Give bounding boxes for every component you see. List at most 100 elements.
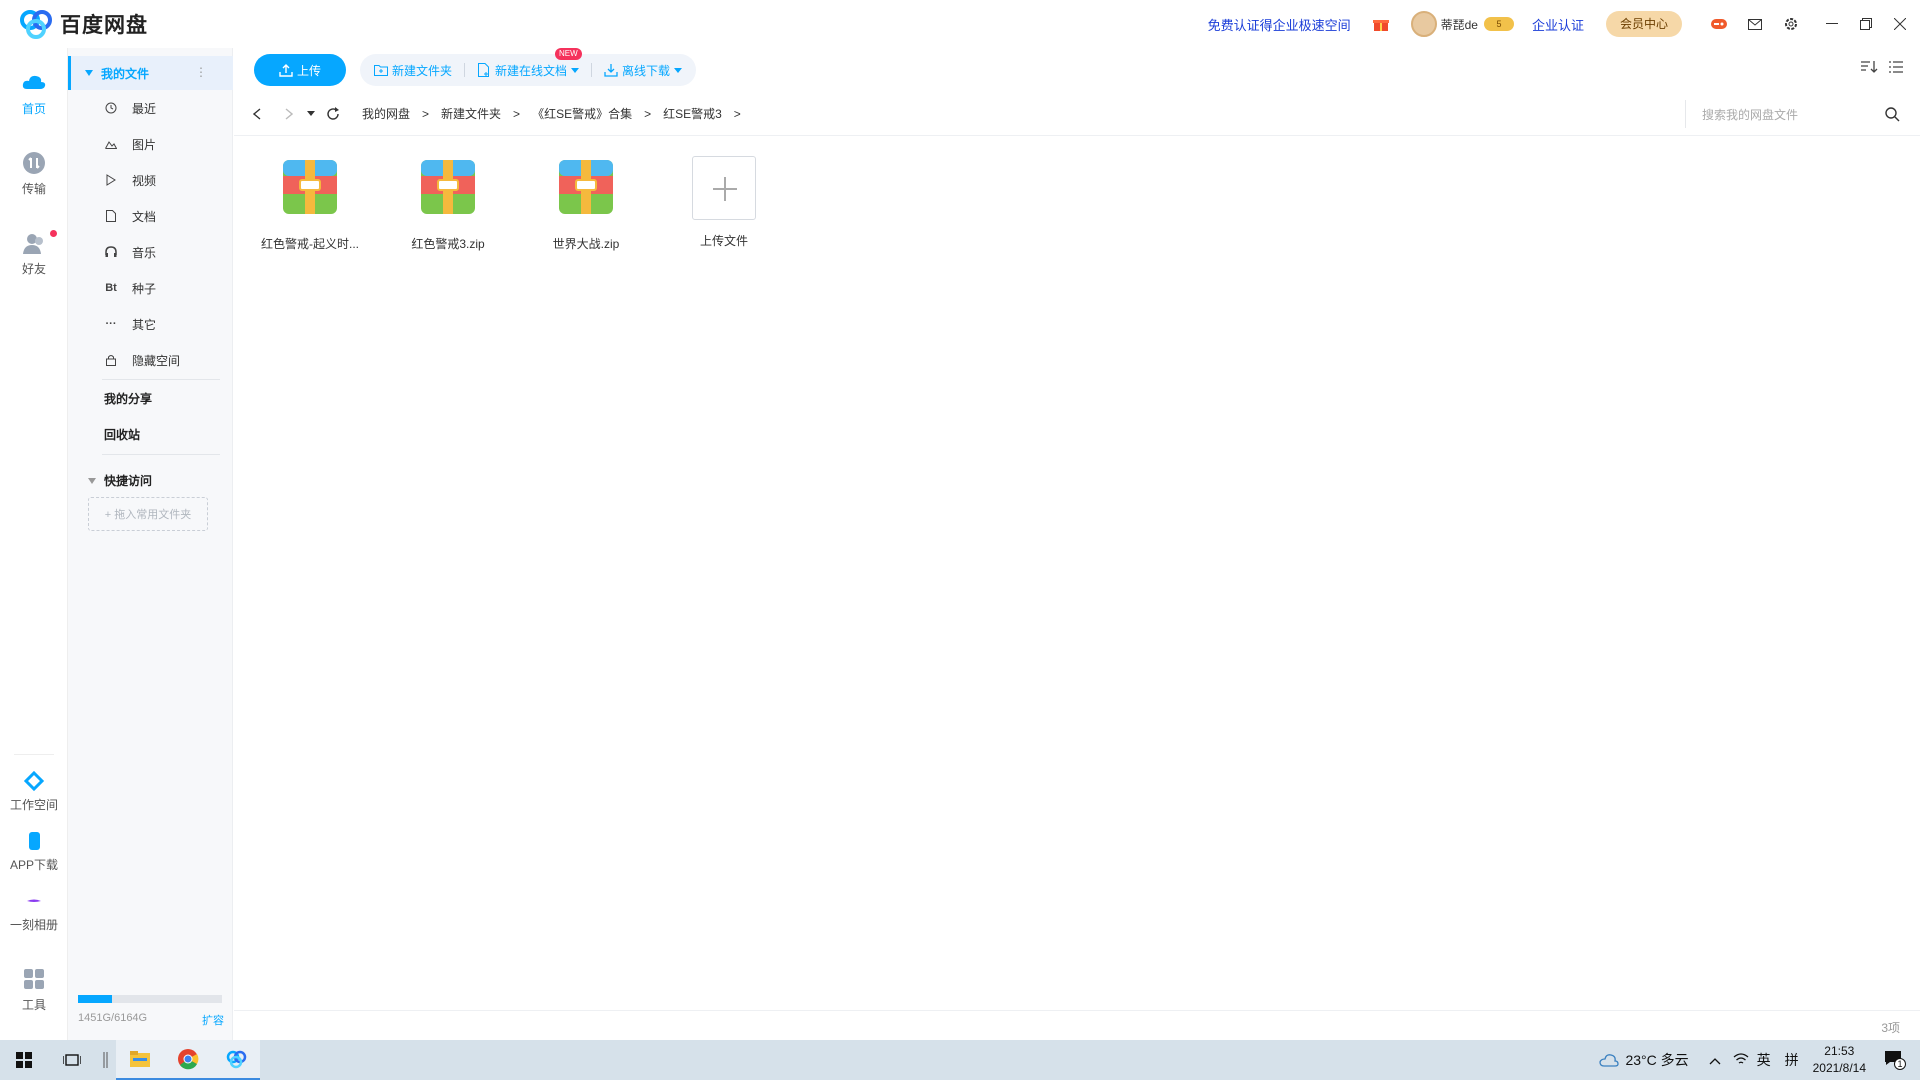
sidebar-item-images[interactable]: 图片 [104, 134, 156, 154]
wifi-icon[interactable] [1733, 1052, 1749, 1068]
sidebar-item-label: 音乐 [132, 245, 157, 260]
file-item[interactable]: 世界大战.zip [530, 158, 642, 252]
sort-icon[interactable] [1860, 60, 1878, 78]
toolbar-separator [464, 63, 466, 77]
weather-cloud-icon [1599, 1054, 1620, 1067]
plus-icon [713, 177, 737, 201]
refresh-icon[interactable] [324, 105, 342, 123]
close-icon[interactable] [1886, 10, 1914, 38]
search-input[interactable]: 搜索我的网盘文件 [1702, 106, 1798, 123]
notification-center-icon[interactable]: 1 [1884, 1050, 1906, 1070]
breadcrumb-separator: > [733, 106, 741, 121]
enterprise-cert-link[interactable]: 企业认证 [1532, 15, 1584, 34]
file-item[interactable]: 红色警戒3.zip [392, 158, 504, 252]
search-box[interactable]: 搜索我的网盘文件 [1685, 100, 1900, 128]
upload-button[interactable]: 上传 [254, 54, 346, 86]
avatar[interactable] [1410, 11, 1437, 37]
windows-start-icon[interactable] [0, 1040, 48, 1080]
new-online-doc-button[interactable]: 新建在线文档 NEW [477, 47, 582, 79]
breadcrumb-item[interactable]: 我的网盘 [362, 105, 410, 122]
sidebar-recycle-bin[interactable]: 回收站 [104, 426, 140, 443]
rail-friends[interactable]: 好友 [0, 230, 68, 277]
input-language[interactable]: 英 [1757, 1050, 1771, 1070]
rail-home-label: 首页 [21, 102, 46, 116]
restore-icon[interactable] [1852, 10, 1880, 38]
workspace-icon [23, 770, 45, 792]
search-icon[interactable] [1884, 106, 1900, 122]
breadcrumb-item-current[interactable]: 红SE警戒3 [663, 105, 722, 122]
sidebar-item-label: 种子 [132, 281, 157, 296]
sidebar-item-other[interactable]: ··· 其它 [104, 314, 157, 334]
system-tray: 23°C 多云 英 拼 21:53 2021/8/14 1 [1599, 1040, 1920, 1080]
rail-workspace[interactable]: 工作空间 [0, 770, 68, 813]
upload-label: 上传 [296, 63, 321, 78]
back-arrow-icon[interactable] [248, 105, 266, 123]
title-bar-right: 免费认证得企业极速空间 蒂琵de 5 企业认证 会员中心 [1208, 0, 1920, 48]
forward-arrow-icon[interactable] [280, 105, 298, 123]
upload-icon [279, 64, 293, 77]
chrome-icon[interactable] [164, 1040, 212, 1080]
rail-tools-label: 工具 [21, 998, 46, 1012]
input-method[interactable]: 拼 [1785, 1050, 1799, 1070]
add-tile[interactable] [692, 156, 756, 220]
file-explorer-icon[interactable] [116, 1040, 164, 1080]
sidebar-item-music[interactable]: 音乐 [104, 242, 156, 262]
mail-icon[interactable] [1746, 15, 1764, 33]
rail-home[interactable]: 首页 [0, 70, 68, 117]
username[interactable]: 蒂琵de [1441, 16, 1478, 33]
sidebar-item-recent[interactable]: 最近 [104, 98, 156, 118]
rail-transfer-label: 传输 [21, 182, 46, 196]
rail-tools[interactable]: 工具 [0, 966, 68, 1013]
sidebar-item-hidden-space[interactable]: 隐藏空间 [104, 350, 180, 370]
sidebar-my-files[interactable]: 我的文件 ⋮ [68, 56, 233, 90]
more-icon: ··· [105, 318, 117, 330]
offline-download-label: 离线下载 [622, 63, 671, 78]
minimize-icon[interactable] [1818, 10, 1846, 38]
image-icon [104, 137, 118, 151]
app-title: 百度网盘 [60, 14, 148, 37]
sidebar-item-label: 视频 [132, 173, 157, 188]
breadcrumb-item[interactable]: 《红SE警戒》合集 [532, 105, 632, 122]
offline-download-button[interactable]: 离线下载 [604, 62, 683, 79]
file-item[interactable]: 红色警戒-起义时... [254, 158, 366, 252]
quick-access-label: 快捷访问 [104, 474, 153, 488]
vip-level-badge: 5 [1483, 17, 1514, 31]
rail-app-download[interactable]: APP下载 [0, 830, 68, 873]
new-folder-button[interactable]: 新建文件夹 [374, 62, 452, 79]
list-view-icon[interactable] [1888, 60, 1906, 78]
quick-access-dropzone[interactable]: + 拖入常用文件夹 [88, 497, 208, 531]
game-icon[interactable] [1710, 15, 1728, 33]
app-logo: 百度网盘 [18, 9, 148, 39]
breadcrumb-item[interactable]: 新建文件夹 [441, 105, 501, 122]
quick-access-header[interactable]: 快捷访问 [88, 472, 152, 489]
member-center-button[interactable]: 会员中心 [1605, 11, 1682, 37]
cloud-icon [22, 75, 46, 89]
windows-taskbar: 23°C 多云 英 拼 21:53 2021/8/14 1 [0, 1040, 1920, 1080]
settings-gear-icon[interactable] [1782, 15, 1800, 33]
download-icon [604, 64, 618, 77]
rail-album-label: 一刻相册 [9, 918, 58, 932]
sidebar-item-documents[interactable]: 文档 [104, 206, 156, 226]
weather-text[interactable]: 23°C 多云 [1625, 1050, 1688, 1070]
system-clock[interactable]: 21:53 2021/8/14 [1813, 1043, 1866, 1077]
chevron-up-icon[interactable] [1709, 1052, 1721, 1068]
rail-transfer[interactable]: 传输 [0, 150, 68, 197]
promo-link[interactable]: 免费认证得企业极速空间 [1208, 15, 1351, 34]
sidebar-my-share[interactable]: 我的分享 [104, 390, 152, 407]
sidebar-item-videos[interactable]: 视频 [104, 170, 156, 190]
gift-icon[interactable] [1372, 17, 1389, 31]
file-name: 红色警戒-起义时... [261, 237, 359, 251]
task-view-icon[interactable] [48, 1040, 96, 1080]
sidebar-item-label: 文档 [132, 209, 157, 224]
more-vertical-icon[interactable]: ⋮ [195, 65, 207, 79]
history-dropdown-icon[interactable] [306, 105, 316, 123]
toolbar-actions: 新建文件夹 新建在线文档 NEW 离线下载 [360, 47, 697, 86]
baidu-netdisk-taskbar-icon[interactable] [212, 1040, 260, 1080]
rail-album[interactable]: 一刻相册 [0, 890, 68, 933]
new-online-doc-label: 新建在线文档 [495, 63, 568, 78]
main-panel: 上传 新建文件夹 新建在线文档 NEW 离线下载 我的网盘 > 新建文件夹 > … [234, 47, 1920, 1040]
sidebar-item-torrents[interactable]: Bt 种子 [104, 278, 156, 298]
upload-file-tile[interactable]: 上传文件 [668, 156, 780, 249]
storage-quota-text: 1451G/6164G [78, 1012, 148, 1024]
expand-storage-link[interactable]: 扩容 [202, 1012, 224, 1028]
